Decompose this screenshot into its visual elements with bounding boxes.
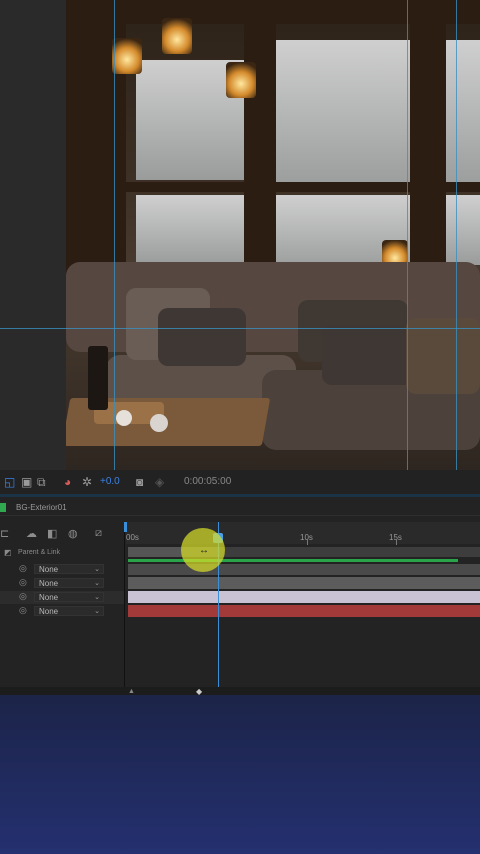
parent-select[interactable]: None ⌄ bbox=[34, 564, 104, 574]
color-channel-icon[interactable]: ◕ bbox=[64, 475, 71, 489]
region-of-interest-icon[interactable]: ◱ bbox=[4, 475, 15, 489]
layer-bar[interactable] bbox=[128, 605, 480, 617]
guide-line-vertical[interactable] bbox=[114, 0, 115, 470]
parent-select-value: None bbox=[39, 579, 59, 588]
drag-arrows-icon: ↔ bbox=[199, 545, 209, 556]
motion-blur-icon[interactable]: ◍ bbox=[68, 527, 78, 540]
layer-row[interactable]: ◎ None ⌄ bbox=[0, 591, 124, 604]
parent-select-value: None bbox=[39, 565, 59, 574]
exposure-reset-icon[interactable]: ✲ bbox=[82, 475, 92, 489]
viewer-toolbar: ◱ ▣ ⧉ ◕ ✲ +0.0 ◙ ◈ 0:00:05:00 bbox=[0, 470, 480, 494]
composition-name: BG-Exterior01 bbox=[16, 503, 67, 512]
window-frame bbox=[126, 182, 480, 192]
layer-bar[interactable] bbox=[128, 577, 480, 589]
chevron-down-icon: ⌄ bbox=[94, 566, 100, 573]
pickwhip-icon[interactable]: ◎ bbox=[19, 591, 27, 602]
render-cache-bar bbox=[128, 559, 458, 562]
timecode-display[interactable]: 0:00:05:00 bbox=[184, 476, 231, 487]
pickwhip-icon[interactable]: ◎ bbox=[19, 563, 27, 574]
lantern bbox=[112, 38, 142, 74]
guide-line-horizontal bbox=[0, 328, 66, 329]
parent-pickwhip-icon: ◩ bbox=[4, 548, 12, 557]
search-icon[interactable]: ⊏ bbox=[0, 527, 9, 540]
guide-line-vertical[interactable] bbox=[407, 0, 408, 470]
window-pane bbox=[446, 195, 480, 265]
decor-ball bbox=[150, 414, 168, 432]
ruler-tick bbox=[307, 539, 308, 545]
chevron-down-icon: ⌄ bbox=[94, 608, 100, 615]
cushion bbox=[322, 325, 418, 385]
exposure-value[interactable]: +0.0 bbox=[100, 476, 120, 487]
pickwhip-icon[interactable]: ◎ bbox=[19, 605, 27, 616]
transparency-grid-icon[interactable]: ▣ bbox=[21, 475, 32, 489]
panel-separator[interactable] bbox=[124, 522, 125, 692]
layer-row[interactable]: ◎ None ⌄ bbox=[0, 577, 124, 590]
decor-ball bbox=[116, 410, 132, 426]
show-snapshot-icon[interactable]: ◈ bbox=[155, 475, 164, 489]
window-pane bbox=[136, 195, 244, 265]
background-area bbox=[0, 695, 480, 854]
guide-line-horizontal[interactable] bbox=[66, 328, 480, 329]
timeline-panel: BG-Exterior01 ⊏ ☁ ◧ ◍ ⧄ ◩ Parent & Link … bbox=[0, 497, 480, 696]
cushion bbox=[158, 308, 246, 366]
timeline-footer bbox=[0, 687, 480, 695]
parent-select[interactable]: None ⌄ bbox=[34, 592, 104, 602]
window-pane bbox=[446, 40, 480, 190]
label-color-swatch bbox=[0, 503, 6, 512]
mask-icon[interactable]: ⧉ bbox=[37, 475, 46, 489]
parent-link-label: Parent & Link bbox=[18, 549, 61, 556]
guide-line-vertical[interactable] bbox=[456, 0, 457, 470]
layer-bar-selected[interactable] bbox=[128, 591, 480, 603]
left-panel-edge bbox=[0, 0, 66, 470]
parent-select-value: None bbox=[39, 607, 59, 616]
parent-select-value: None bbox=[39, 593, 59, 602]
cushion bbox=[406, 318, 480, 394]
work-area-start-marker[interactable] bbox=[124, 522, 127, 532]
tab-underline bbox=[0, 515, 480, 516]
lantern bbox=[226, 62, 256, 98]
pickwhip-icon[interactable]: ◎ bbox=[19, 577, 27, 588]
composition-viewer[interactable] bbox=[66, 0, 480, 470]
time-ruler[interactable]: 00s 10s 15s bbox=[126, 522, 480, 545]
ruler-tick bbox=[396, 539, 397, 545]
window-frame bbox=[410, 20, 446, 280]
snapshot-icon[interactable]: ◙ bbox=[136, 475, 143, 489]
layer-row[interactable]: ◎ None ⌄ bbox=[0, 605, 124, 618]
layer-row[interactable]: ◎ None ⌄ bbox=[0, 563, 124, 576]
lantern bbox=[162, 18, 192, 54]
draft-3d-icon[interactable]: ◧ bbox=[47, 527, 57, 540]
chevron-down-icon: ⌄ bbox=[94, 580, 100, 587]
zoom-out-icon[interactable]: ▲ bbox=[128, 688, 135, 695]
vase bbox=[88, 346, 108, 410]
chevron-down-icon: ⌄ bbox=[94, 594, 100, 601]
window-pane bbox=[276, 40, 410, 190]
comp-flowchart-icon[interactable]: ☁ bbox=[26, 527, 37, 540]
ruler-label: 00s bbox=[126, 533, 139, 542]
graph-editor-icon[interactable]: ⧄ bbox=[95, 527, 102, 540]
parent-select[interactable]: None ⌄ bbox=[34, 578, 104, 588]
parent-select[interactable]: None ⌄ bbox=[34, 606, 104, 616]
layer-bar[interactable] bbox=[128, 564, 480, 575]
window-frame bbox=[244, 20, 276, 280]
